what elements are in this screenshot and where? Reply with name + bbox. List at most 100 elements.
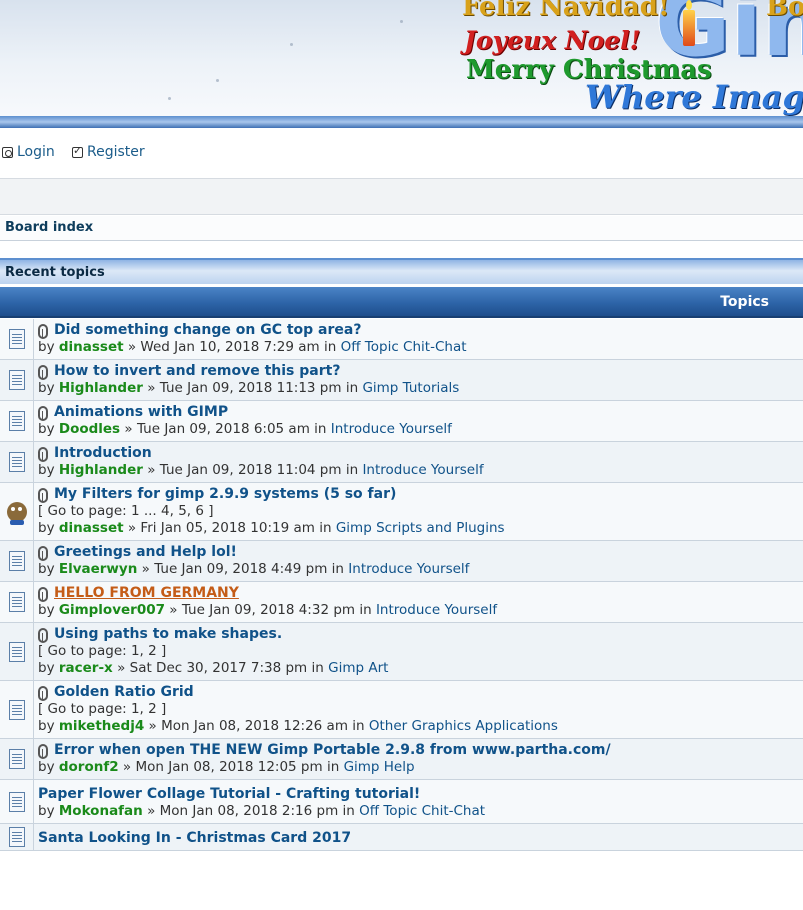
forum-link[interactable]: Introduce Yourself — [331, 421, 452, 437]
topic-title-line: Error when open THE NEW Gimp Portable 2.… — [38, 742, 803, 759]
forum-link[interactable]: Off Topic Chit-Chat — [341, 339, 467, 355]
forum-link[interactable]: Gimp Help — [344, 759, 415, 775]
topic-row: Introduction by Highlander » Tue Jan 09, … — [0, 442, 803, 483]
document-icon — [8, 411, 25, 431]
topic-title-link[interactable]: How to invert and remove this part? — [54, 363, 340, 380]
topic-title-link[interactable]: Santa Looking In - Christmas Card 2017 — [38, 830, 351, 847]
topic-icon-cell — [0, 401, 34, 441]
paperclip-icon — [38, 324, 48, 339]
register-label: Register — [87, 144, 145, 160]
greeting-fragment: Bo — [766, 0, 803, 22]
topic-title-link[interactable]: Greetings and Help lol! — [54, 544, 237, 561]
separator: » — [127, 339, 137, 355]
tagline: Where Imag — [585, 78, 803, 116]
topic-row: My Filters for gimp 2.9.9 systems (5 so … — [0, 483, 803, 541]
forum-link[interactable]: Introduce Yourself — [348, 561, 469, 577]
paperclip-icon — [38, 546, 48, 561]
topic-title-link[interactable]: HELLO FROM GERMANY — [54, 585, 239, 602]
navbar-band — [0, 178, 803, 215]
topic-title-link[interactable]: Golden Ratio Grid — [54, 684, 194, 701]
author-link[interactable]: racer-x — [59, 660, 113, 676]
by-label: by — [38, 520, 55, 536]
separator: » — [124, 421, 133, 437]
topic-title-line: Santa Looking In - Christmas Card 2017 — [38, 830, 803, 847]
topic-title-line: Golden Ratio Grid — [38, 684, 803, 701]
topic-title-link[interactable]: My Filters for gimp 2.9.9 systems (5 so … — [54, 486, 396, 503]
topic-title-line: Animations with GIMP — [38, 404, 803, 421]
topic-title-link[interactable]: Using paths to make shapes. — [54, 626, 282, 643]
author-link[interactable]: dinasset — [59, 339, 124, 355]
author-link[interactable]: Doodles — [59, 421, 120, 437]
author-link[interactable]: Highlander — [59, 462, 143, 478]
topic-content: My Filters for gimp 2.9.9 systems (5 so … — [38, 483, 803, 540]
paperclip-icon — [38, 447, 48, 462]
header-divider — [0, 116, 803, 128]
author-link[interactable]: dinasset — [59, 520, 124, 536]
topic-content: Paper Flower Collage Tutorial - Crafting… — [38, 780, 803, 823]
in-label: in — [331, 561, 344, 577]
recent-topics-bar: Recent topics — [0, 258, 803, 284]
post-date: Tue Jan 09, 2018 4:32 pm — [181, 602, 356, 618]
topic-title-line: Using paths to make shapes. — [38, 626, 803, 643]
topic-title-link[interactable]: Animations with GIMP — [54, 404, 228, 421]
document-icon — [8, 329, 25, 349]
topic-meta: by Gimplover007 » Tue Jan 09, 2018 4:32 … — [38, 602, 803, 619]
topic-icon-cell — [0, 483, 34, 540]
author-link[interactable]: Elvaerwyn — [59, 561, 137, 577]
pagination[interactable]: [ Go to page: 1, 2 ] — [38, 643, 803, 660]
topic-row: How to invert and remove this part? by Hi… — [0, 360, 803, 401]
topic-title-link[interactable]: Error when open THE NEW Gimp Portable 2.… — [54, 742, 611, 759]
author-link[interactable]: Mokonafan — [59, 803, 143, 819]
forum-link[interactable]: Other Graphics Applications — [369, 718, 558, 734]
topic-icon-cell — [0, 541, 34, 581]
board-index-link[interactable]: Board index — [5, 220, 93, 235]
forum-link[interactable]: Gimp Scripts and Plugins — [336, 520, 505, 536]
in-label: in — [326, 759, 340, 775]
topic-row: Paper Flower Collage Tutorial - Crafting… — [0, 780, 803, 824]
topic-meta: by doronf2 » Mon Jan 08, 2018 12:05 pm i… — [38, 759, 803, 776]
power-icon — [2, 146, 13, 158]
topic-title-link[interactable]: Paper Flower Collage Tutorial - Crafting… — [38, 786, 420, 803]
login-link[interactable]: Login — [2, 144, 55, 160]
author-link[interactable]: Highlander — [59, 380, 143, 396]
checkbox-icon — [72, 144, 83, 158]
topic-row: HELLO FROM GERMANY by Gimplover007 » Tue … — [0, 582, 803, 623]
topic-meta: by Elvaerwyn » Tue Jan 09, 2018 4:49 pm … — [38, 561, 803, 578]
author-link[interactable]: mikethedj4 — [59, 718, 144, 734]
breadcrumb: Board index — [0, 216, 803, 241]
candle-flame-icon — [686, 0, 692, 10]
topic-title-line: My Filters for gimp 2.9.9 systems (5 so … — [38, 486, 803, 503]
forum-link[interactable]: Introduce Yourself — [376, 602, 497, 618]
by-label: by — [38, 602, 55, 618]
topic-icon-cell — [0, 360, 34, 400]
forum-link[interactable]: Introduce Yourself — [362, 462, 483, 478]
separator: » — [141, 561, 150, 577]
document-icon — [8, 699, 25, 720]
pagination[interactable]: [ Go to page: 1 ... 4, 5, 6 ] — [38, 503, 803, 520]
pagination[interactable]: [ Go to page: 1, 2 ] — [38, 701, 803, 718]
post-date: Tue Jan 09, 2018 4:49 pm — [154, 561, 328, 577]
by-label: by — [38, 718, 55, 734]
in-label: in — [345, 380, 359, 396]
login-label: Login — [17, 144, 55, 160]
user-links: Login Register — [0, 136, 803, 170]
topic-meta: by Mokonafan » Mon Jan 08, 2018 2:16 pm … — [38, 803, 803, 820]
topic-content: Using paths to make shapes.[ Go to page:… — [38, 623, 803, 680]
topic-title-link[interactable]: Introduction — [54, 445, 152, 462]
forum-link[interactable]: Gimp Art — [328, 660, 388, 676]
topic-row: Error when open THE NEW Gimp Portable 2.… — [0, 739, 803, 780]
forum-link[interactable]: Gimp Tutorials — [362, 380, 459, 396]
forum-link[interactable]: Off Topic Chit-Chat — [359, 803, 485, 819]
topic-meta: by Highlander » Tue Jan 09, 2018 11:04 p… — [38, 462, 803, 479]
topic-title-link[interactable]: Did something change on GC top area? — [54, 322, 361, 339]
register-link[interactable]: Register — [72, 144, 145, 160]
by-label: by — [38, 759, 55, 775]
author-link[interactable]: doronf2 — [59, 759, 119, 775]
paperclip-icon — [38, 628, 48, 643]
topic-icon-cell — [0, 780, 34, 823]
topic-icon-cell — [0, 739, 34, 779]
author-link[interactable]: Gimplover007 — [59, 602, 165, 618]
topic-row: Animations with GIMP by Doodles » Tue Jan… — [0, 401, 803, 442]
greeting-french: Joyeux Noel! — [464, 26, 641, 55]
topic-content: Did something change on GC top area? by d… — [38, 319, 803, 359]
